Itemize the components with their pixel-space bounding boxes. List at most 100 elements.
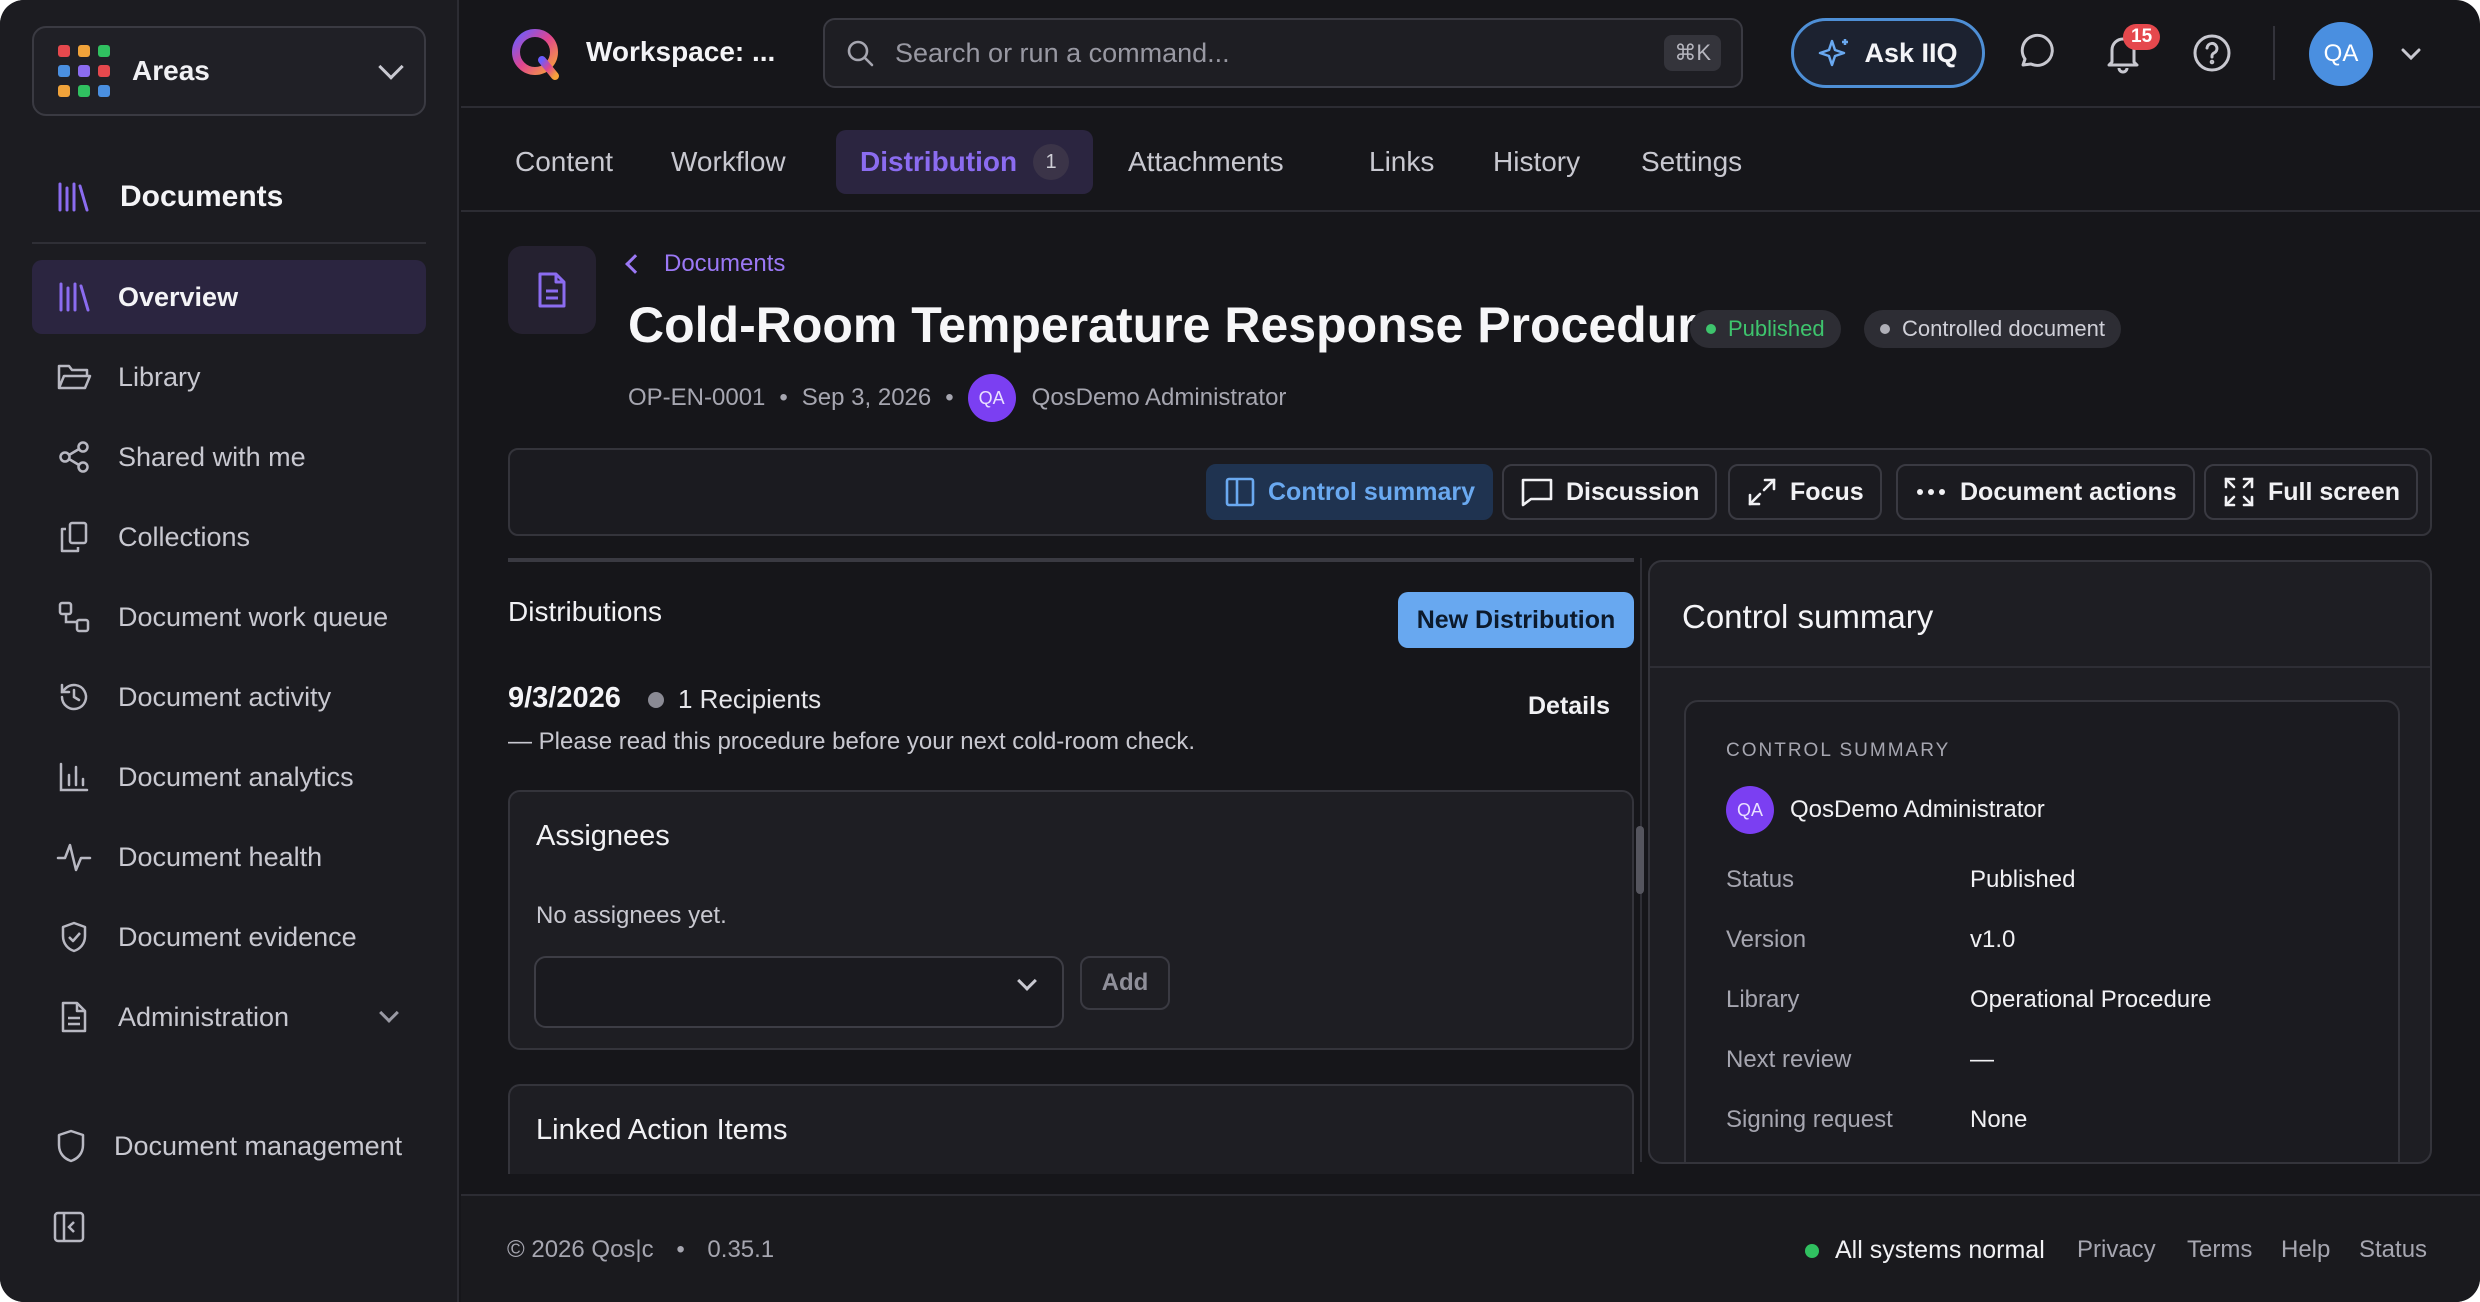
summary-value-version: v1.0 <box>1970 926 2016 953</box>
distributions-heading: Distributions <box>508 596 663 627</box>
tab-settings[interactable]: Settings <box>1617 130 1766 194</box>
file-text-icon <box>538 272 566 308</box>
collapse-sidebar-button[interactable] <box>52 1210 86 1249</box>
areas-switcher[interactable]: Areas <box>32 26 426 116</box>
new-distribution-button[interactable]: New Distribution <box>1398 592 1634 648</box>
document-date: Sep 3, 2026 <box>801 384 932 411</box>
tab-history[interactable]: History <box>1469 130 1604 194</box>
documents-section-title: Documents <box>120 180 284 213</box>
tab-links[interactable]: Links <box>1345 130 1458 194</box>
app-logo[interactable] <box>509 26 565 87</box>
search-placeholder: Search or run a command... <box>895 37 1230 68</box>
sidebar-item-activity[interactable]: Document activity <box>32 660 426 734</box>
page-title: Cold-Room Temperature Response Procedure <box>628 297 1725 353</box>
document-id: OP-EN-0001 <box>628 384 766 411</box>
user-menu-button[interactable] <box>2397 40 2425 73</box>
author-avatar: QA <box>967 374 1016 422</box>
tab-content[interactable]: Content <box>491 130 637 194</box>
sidebar-item-work-queue[interactable]: Document work queue <box>32 580 426 654</box>
sidebar-item-label: Administration <box>118 1001 290 1032</box>
add-assignee-button[interactable]: Add <box>1080 956 1170 1010</box>
sidebar-nav: Overview Library Shared with me Collecti… <box>32 260 426 1060</box>
footer-separator: • <box>676 1236 685 1263</box>
full-screen-label: Full screen <box>2268 477 2400 506</box>
help-button[interactable] <box>2191 32 2233 79</box>
tab-label: Attachments <box>1128 146 1284 177</box>
meta-separator: • <box>779 384 788 411</box>
workspace-name[interactable]: Workspace: ... <box>586 36 775 68</box>
sidebar-item-evidence[interactable]: Document evidence <box>32 900 426 974</box>
apps-grid-icon <box>58 45 110 97</box>
tab-label: Content <box>515 146 614 177</box>
focus-button[interactable]: Focus <box>1728 464 1882 520</box>
distribution-note: — Please read this procedure before your… <box>508 728 1196 755</box>
linked-action-items-card: Linked Action Items <box>508 1084 1634 1174</box>
breadcrumb[interactable]: Documents <box>625 250 785 278</box>
share-icon <box>54 437 94 477</box>
command-search[interactable]: Search or run a command... ⌘K <box>823 18 1743 88</box>
sidebar-item-administration[interactable]: Administration <box>32 980 426 1054</box>
control-summary-label: Control summary <box>1268 477 1475 506</box>
chevron-down-icon <box>378 54 404 80</box>
fullscreen-icon <box>2224 477 2254 507</box>
breadcrumb-link[interactable]: Documents <box>664 250 785 278</box>
no-assignees-text: No assignees yet. <box>536 902 727 929</box>
discussion-button[interactable]: Discussion <box>1502 464 1718 520</box>
footer-link-privacy[interactable]: Privacy <box>2077 1236 2156 1264</box>
tab-distribution[interactable]: Distribution 1 <box>836 130 1094 194</box>
tab-label: Workflow <box>671 146 786 177</box>
summary-label-next-review: Next review <box>1726 1046 1852 1073</box>
sidebar-item-health[interactable]: Document health <box>32 820 426 894</box>
tab-attachments[interactable]: Attachments <box>1104 130 1308 194</box>
control-summary-card: CONTROL SUMMARY QA QosDemo Administrator… <box>1684 700 2400 1162</box>
document-toolbar: Control summary Discussion Focus Documen… <box>508 448 2432 536</box>
tab-label: Settings <box>1641 146 1743 177</box>
assignee-select[interactable] <box>534 956 1064 1028</box>
control-summary-button[interactable]: Control summary <box>1206 464 1493 520</box>
main-scrollbar[interactable] <box>1636 826 1644 894</box>
user-avatar[interactable]: QA <box>2309 22 2373 86</box>
library-icon <box>54 277 94 317</box>
document-meta: OP-EN-0001 • Sep 3, 2026 • QA QosDemo Ad… <box>628 374 1286 422</box>
sidebar-item-shared[interactable]: Shared with me <box>32 420 426 494</box>
status-ok-dot <box>1805 1243 1819 1258</box>
controlled-badge-label: Controlled document <box>1902 316 2106 341</box>
tab-label: History <box>1493 146 1581 177</box>
document-actions-label: Document actions <box>1960 477 2177 506</box>
controlled-badge: Controlled document <box>1864 310 2122 348</box>
areas-label: Areas <box>132 55 210 86</box>
sidebar-item-analytics[interactable]: Document analytics <box>32 740 426 814</box>
tab-workflow[interactable]: Workflow <box>647 130 810 194</box>
full-screen-button[interactable]: Full screen <box>2204 464 2418 520</box>
footer-link-help[interactable]: Help <box>2281 1236 2330 1264</box>
chat-button[interactable] <box>2015 32 2057 79</box>
summary-label-version: Version <box>1726 926 1807 953</box>
sidebar-item-collections[interactable]: Collections <box>32 500 426 574</box>
sidebar-item-label: Overview <box>118 281 239 312</box>
status-badge-label: Published <box>1728 316 1825 341</box>
ask-iiq-button[interactable]: Ask IIQ <box>1791 18 1985 88</box>
tab-count-badge: 1 <box>1033 144 1070 180</box>
control-summary-panel-title: Control summary <box>1682 598 1934 635</box>
sidebar-item-overview[interactable]: Overview <box>32 260 426 334</box>
footer-link-terms[interactable]: Terms <box>2187 1236 2252 1264</box>
message-square-icon <box>1521 478 1553 507</box>
distribution-recipients: 1 Recipients <box>678 684 822 714</box>
top-bar: Workspace: ... Search or run a command..… <box>461 0 2480 108</box>
owner-name: QosDemo Administrator <box>1790 796 2045 823</box>
summary-value-status: Published <box>1970 866 2076 893</box>
library-icon <box>58 182 89 212</box>
sidebar-item-library[interactable]: Library <box>32 340 426 414</box>
more-horizontal-icon <box>1917 489 1945 495</box>
chevron-left-icon <box>625 254 645 274</box>
document-actions-button[interactable]: Document actions <box>1896 464 2195 520</box>
sidebar-item-label: Document health <box>118 841 323 872</box>
system-status[interactable]: All systems normal <box>1805 1236 2045 1265</box>
distribution-details-link[interactable]: Details <box>1528 692 1610 721</box>
summary-label-signing-request: Signing request <box>1726 1106 1893 1133</box>
sidebar-item-document-management[interactable]: Document management <box>54 1128 402 1164</box>
sparkle-icon <box>1819 39 1849 67</box>
activity-icon <box>54 837 94 877</box>
summary-value-library: Operational Procedure <box>1970 986 2212 1013</box>
footer-link-status[interactable]: Status <box>2359 1236 2427 1264</box>
